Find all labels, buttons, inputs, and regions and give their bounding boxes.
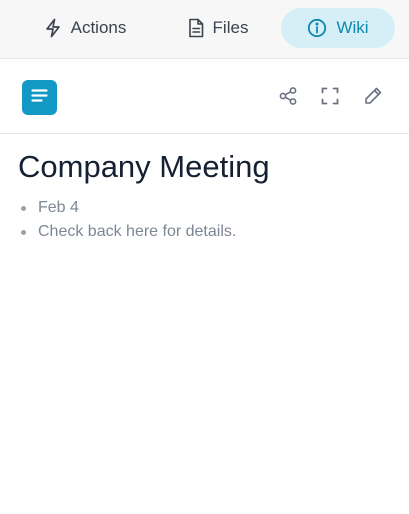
- tab-files[interactable]: Files: [168, 8, 268, 48]
- info-circle-icon: [307, 18, 327, 38]
- wiki-content: Company Meeting Feb 4 Check back here fo…: [18, 148, 398, 244]
- bullet-list: Feb 4 Check back here for details.: [18, 196, 398, 244]
- hamburger-menu-icon: [31, 88, 48, 107]
- share-icon: [278, 86, 298, 111]
- list-item: Check back here for details.: [18, 220, 398, 244]
- tab-bar: Actions Files Wiki: [0, 0, 409, 59]
- tab-label: Actions: [70, 18, 127, 37]
- list-item-text: Feb 4: [38, 199, 79, 216]
- tab-label: Files: [212, 18, 249, 37]
- fullscreen-icon: [321, 87, 339, 110]
- lightning-icon: [44, 18, 62, 38]
- pencil-icon: [363, 86, 383, 111]
- tab-label: Wiki: [336, 18, 369, 37]
- bullet-dot: [21, 206, 26, 211]
- tab-actions[interactable]: Actions: [24, 8, 146, 48]
- edit-button[interactable]: [363, 86, 383, 111]
- menu-button[interactable]: [22, 80, 57, 115]
- tab-wiki[interactable]: Wiki: [281, 8, 395, 48]
- list-item: Feb 4: [18, 196, 398, 220]
- share-button[interactable]: [278, 86, 298, 111]
- wiki-toolbar: [0, 60, 409, 134]
- page-title: Company Meeting: [18, 149, 270, 184]
- wiki-panel: Actions Files Wiki Company Meeting Feb 4…: [0, 0, 409, 514]
- fullscreen-button[interactable]: [320, 87, 340, 110]
- list-item-text: Check back here for details.: [38, 223, 237, 240]
- bullet-dot: [21, 230, 26, 235]
- document-icon: [188, 18, 204, 38]
